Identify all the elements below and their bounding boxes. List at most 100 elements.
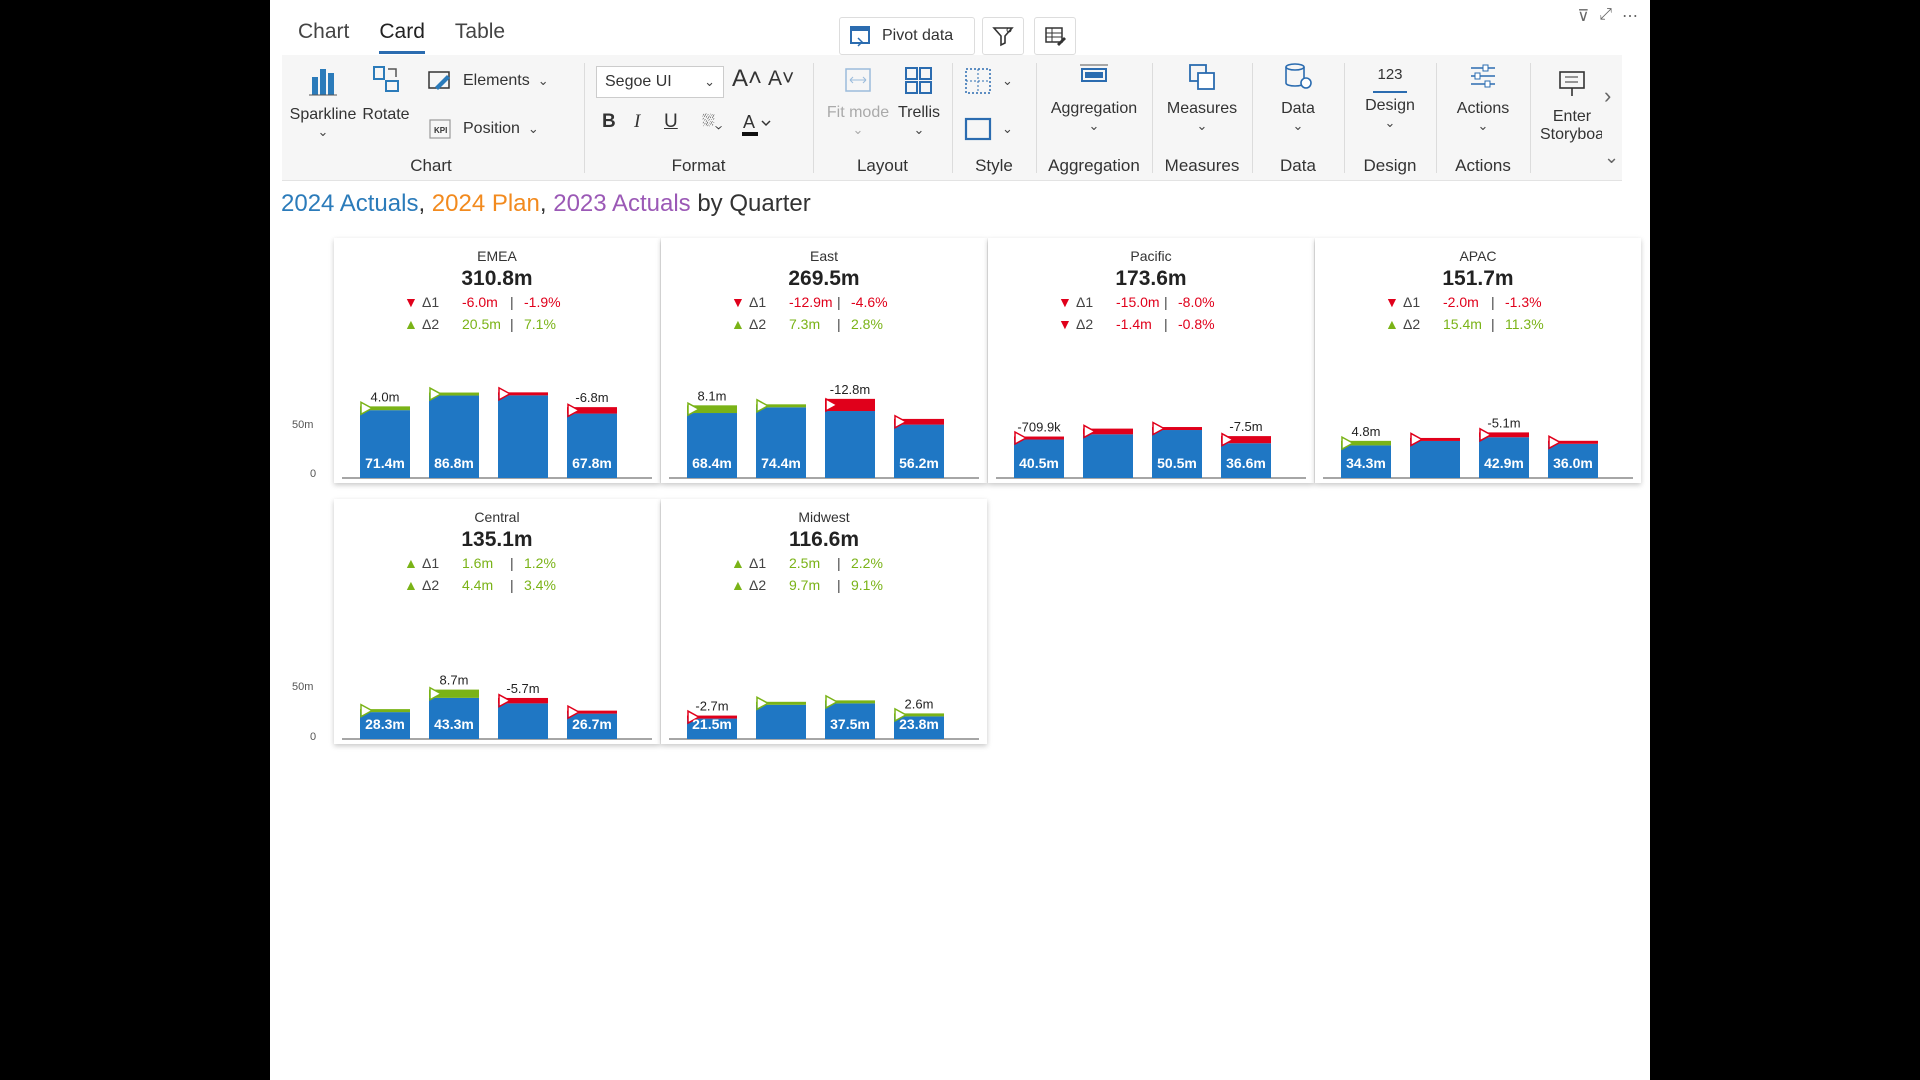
filter-config-button[interactable] [982, 17, 1024, 55]
font-family-select[interactable]: Segoe UI ⌄ [596, 66, 724, 98]
gridlines-icon [965, 68, 991, 94]
delta-label: Δ2 [422, 316, 440, 332]
data-button[interactable]: Data ⌄ [1254, 61, 1342, 134]
fill-color-button[interactable]: ⛆⌄ [702, 113, 722, 131]
region-name: Midwest [798, 509, 850, 525]
database-settings-icon [1285, 63, 1312, 89]
ribbon-group-measures: Measures ⌄ Measures [1154, 55, 1250, 180]
region-card[interactable]: 28.3m 43.3m 8.7m -5.7m 26.7m Central 135.1m ▲ Δ1… [334, 499, 660, 744]
tab-chart[interactable]: Chart [298, 20, 349, 50]
bold-button[interactable]: B [602, 111, 616, 133]
bar-value-label: 50.5m [1157, 455, 1197, 471]
triangle-down-icon: ▼ [404, 294, 418, 310]
divider [952, 63, 953, 173]
trellis-icon [905, 67, 932, 94]
delta-abs: 15.4m [1443, 316, 1482, 332]
triangle-up-icon: ▲ [404, 316, 418, 332]
delta-label: Δ1 [749, 555, 767, 571]
bar-value-label: 56.2m [899, 455, 939, 471]
pivot-data-button[interactable]: Pivot data [839, 17, 975, 55]
chevron-down-icon: ⌄ [527, 121, 539, 136]
chevron-down-icon: ⌄ [852, 122, 864, 137]
variance-label: 2.6m [905, 696, 934, 711]
actions-button[interactable]: Actions ⌄ [1438, 61, 1528, 134]
chevron-down-icon: ⌄ [1384, 115, 1396, 130]
design-button[interactable]: 123 Design ⌄ [1346, 61, 1434, 131]
quarter-bar[interactable] [825, 411, 875, 478]
region-card[interactable]: 40.5m -709.9k 50.5m 36.6m -7.5m Pacific 173.6m… [988, 238, 1314, 483]
table-edit-button[interactable] [1034, 17, 1076, 55]
tab-table[interactable]: Table [455, 20, 505, 50]
delta-abs: 1.6m [462, 555, 494, 571]
svg-text:A: A [743, 112, 755, 132]
title-series-1: 2024 Actuals [281, 190, 419, 217]
delta-pct: -1.9% [524, 294, 561, 310]
region-card[interactable]: 71.4m 4.0m 86.8m 67.8m -6.8m EMEA 310.8m ▼ Δ1 -6.… [334, 238, 660, 483]
region-card[interactable]: 68.4m 8.1m 74.4m -12.8m 56.2m East 269.5m ▼ Δ1 -1… [661, 238, 987, 483]
region-total: 135.1m [461, 528, 533, 551]
filter-icon[interactable]: ⊽ [1577, 6, 1589, 26]
delta-abs: -12.9m [789, 294, 833, 310]
increase-font-button[interactable]: A˄ [732, 65, 762, 93]
bar-value-label: 43.3m [434, 716, 474, 732]
bar-value-label: 28.3m [365, 716, 405, 732]
fit-mode-button[interactable]: Fit mode ⌄ [823, 65, 893, 138]
chevron-down-icon: ⌄ [537, 73, 549, 88]
ribbon-scroll-right-icon[interactable]: › [1604, 83, 1611, 109]
trellis-button[interactable]: Trellis ⌄ [895, 65, 943, 138]
variance-label: -2.7m [695, 699, 728, 714]
title-series-2: 2024 Plan [431, 190, 540, 217]
aggregation-button[interactable]: Aggregation ⌄ [1038, 61, 1150, 134]
title-series-3: 2023 Actuals [553, 190, 691, 217]
tab-card[interactable]: Card [379, 20, 425, 54]
rotate-button[interactable]: Rotate [358, 63, 414, 124]
region-card[interactable]: 34.3m 4.8m 42.9m -5.1m 36.0m APAC 151.7m ▼ Δ1 -2.… [1315, 238, 1641, 483]
region-card[interactable]: 21.5m -2.7m 37.5m 23.8m 2.6m Midwest 116.6m ▲ Δ1… [661, 499, 987, 744]
ribbon-group-aggregation: Aggregation ⌄ Aggregation [1038, 55, 1150, 180]
delta-row: ▲ Δ2 20.5m | 7.1% [404, 316, 556, 332]
delta-separator: | [837, 555, 841, 571]
elements-icon [428, 71, 450, 90]
enter-storyboard-button[interactable]: Enter Storyboa [1532, 69, 1602, 144]
measures-button-label: Measures [1166, 100, 1238, 117]
ribbon-expand-icon[interactable]: ⌄ [1604, 147, 1619, 168]
sparkline-button[interactable]: Sparkline ⌄ [288, 63, 358, 140]
rotate-label: Rotate [362, 106, 410, 123]
divider [1344, 63, 1345, 173]
kpi-position-icon: KPI [429, 119, 451, 139]
quarter-bar[interactable] [498, 395, 548, 478]
bar-value-label: 36.6m [1226, 455, 1266, 471]
aggregation-icon [1080, 64, 1108, 82]
triangle-down-icon: ▼ [1385, 294, 1399, 310]
delta-abs: 9.7m [789, 577, 821, 593]
gridlines-button[interactable]: ⌄ [964, 67, 1013, 95]
delta-label: Δ1 [422, 555, 440, 571]
border-button[interactable]: ⌄ [964, 117, 1013, 141]
data-group-label: Data [1280, 156, 1316, 175]
elements-button[interactable]: Elements ⌄ [427, 69, 549, 93]
font-decrease-icon: A˅ [768, 67, 795, 90]
italic-button[interactable]: I [634, 111, 640, 133]
quarter-bar[interactable] [498, 703, 548, 739]
bar-value-label: 36.0m [1553, 455, 1593, 471]
format-group-label: Format [671, 156, 726, 175]
quarter-bar[interactable] [1410, 440, 1460, 478]
delta-label: Δ1 [749, 294, 767, 310]
position-label: Position [463, 120, 520, 137]
delta-row: ▼ Δ1 -6.0m | -1.9% [404, 294, 561, 310]
storyboard-icon [1559, 71, 1585, 96]
quarter-bar[interactable] [1083, 434, 1133, 478]
position-button[interactable]: KPI Position ⌄ [427, 117, 539, 141]
variance-label: -12.8m [830, 382, 870, 397]
ribbon-group-design: 123 Design ⌄ Design [1346, 55, 1434, 180]
focus-mode-icon[interactable]: ⤢ [1599, 6, 1612, 26]
ribbon-group-format: Segoe UI ⌄ A˄ A˅ B I U ⛆⌄ A Format [586, 55, 811, 180]
more-options-icon[interactable]: ⋯ [1622, 6, 1638, 26]
delta-label: Δ2 [1403, 316, 1421, 332]
font-color-button[interactable]: A [740, 109, 774, 144]
underline-button[interactable]: U [664, 111, 678, 133]
ribbon-group-layout: Fit mode ⌄ Trellis ⌄ Layout [815, 55, 950, 180]
quarter-bar[interactable] [756, 704, 806, 739]
measures-button[interactable]: Measures ⌄ [1154, 61, 1250, 134]
decrease-font-button[interactable]: A˅ [768, 67, 794, 91]
